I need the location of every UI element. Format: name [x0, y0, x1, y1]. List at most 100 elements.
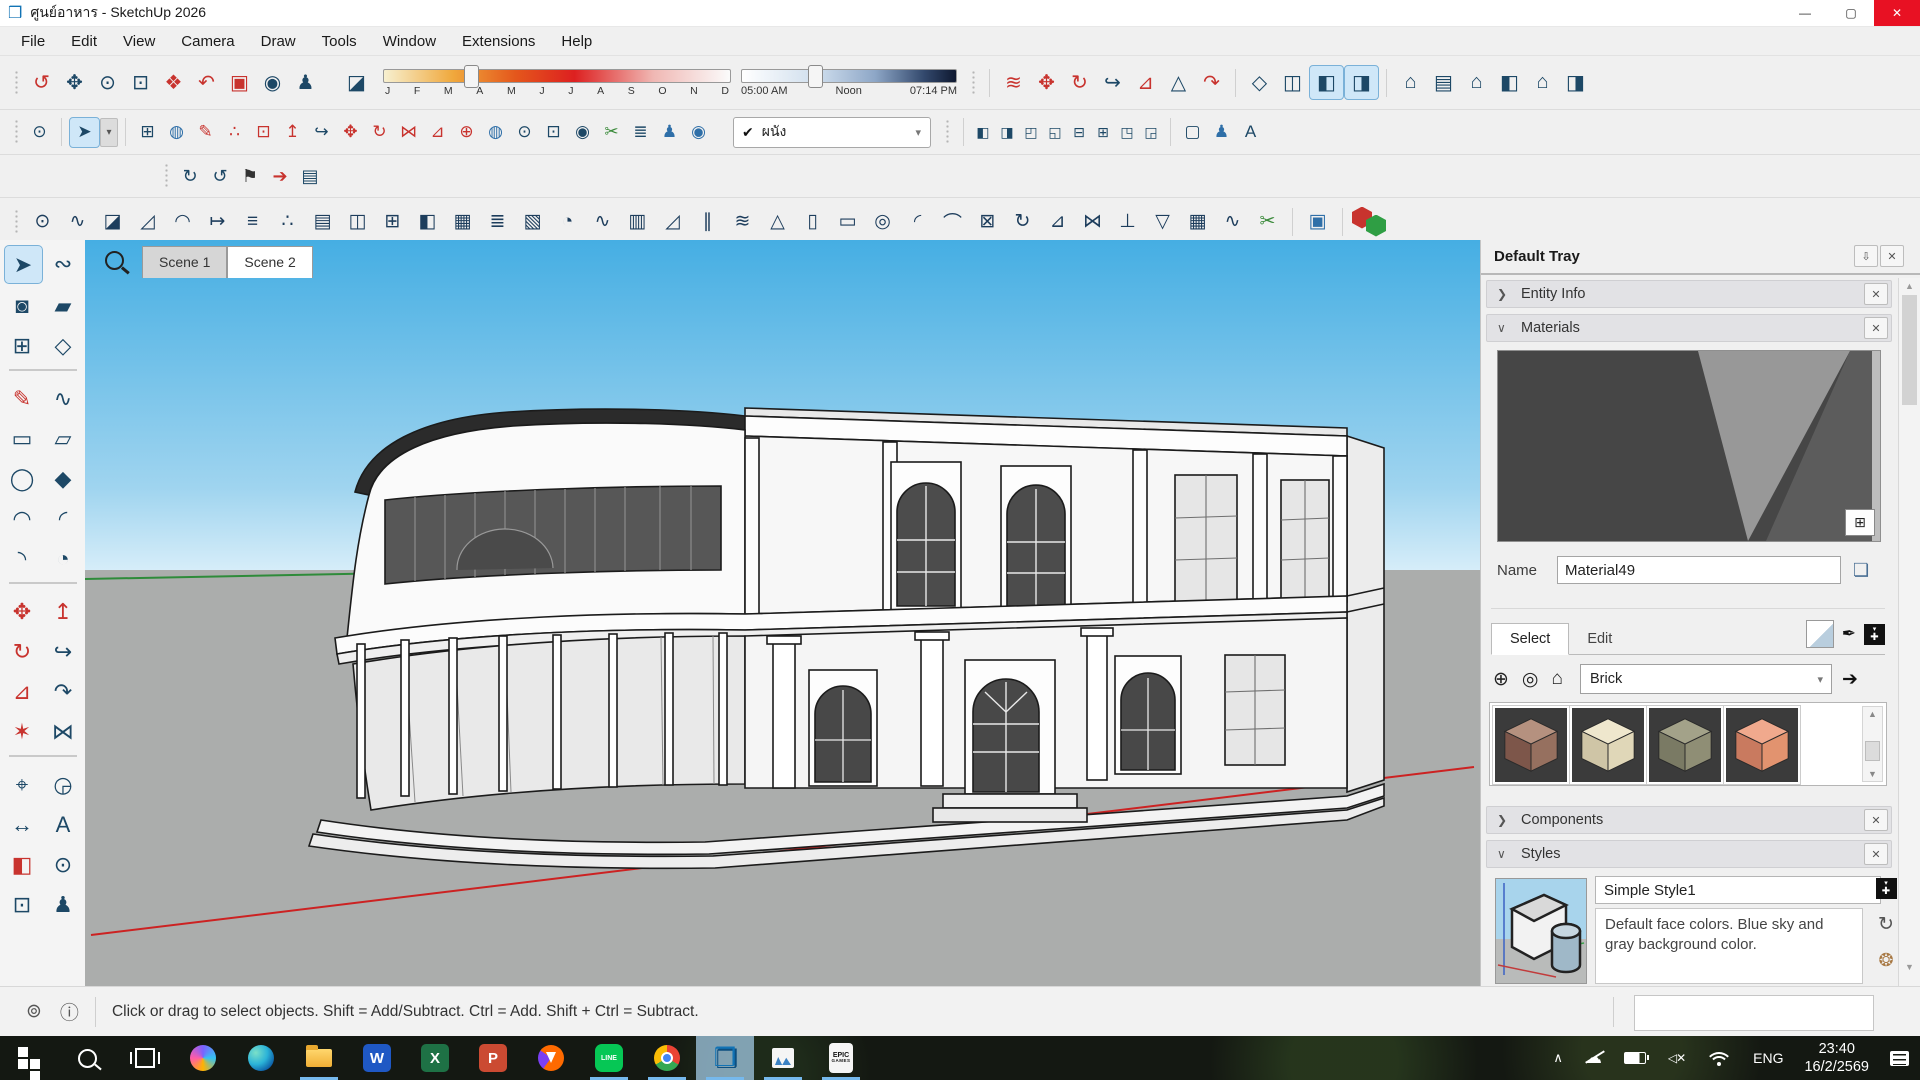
taskbar-clock[interactable]: 23:40 16/2/2569	[1804, 1040, 1869, 1076]
scene-tab-2[interactable]: Scene 2	[227, 246, 312, 278]
task-view-button[interactable]	[116, 1036, 174, 1080]
move-tool-icon[interactable]: ✥	[336, 118, 365, 147]
ext-purlin-icon[interactable]: ≋	[725, 205, 760, 239]
freehand-tool[interactable]: ∿	[45, 380, 82, 417]
close-icon[interactable]: ✕	[1864, 283, 1888, 305]
menu-item[interactable]: Edit	[58, 30, 110, 53]
from-contours-icon[interactable]: ≋	[997, 66, 1030, 99]
materials-section[interactable]: ∨ Materials ✕	[1486, 314, 1892, 342]
menu-item[interactable]: Help	[548, 30, 605, 53]
ext-pipe-icon[interactable]: ◎	[865, 205, 900, 239]
ext-stair-icon[interactable]: ▧	[515, 205, 550, 239]
ext-divide-icon[interactable]: ∴	[270, 205, 305, 239]
two-point-arc-tool[interactable]: ◜	[45, 500, 82, 537]
scroll-up-icon[interactable]: ▲	[1868, 709, 1877, 719]
material-brick-gray[interactable]	[1647, 706, 1723, 784]
copy-window-icon[interactable]: ◧	[971, 120, 995, 144]
material-name-input[interactable]	[1557, 556, 1841, 584]
dock-window-icon[interactable]: ◳	[1115, 120, 1139, 144]
zoom-window-icon[interactable]: ⊡	[124, 66, 157, 99]
paint-bucket-icon[interactable]: ◍	[162, 118, 191, 147]
extension-hexagons-icon[interactable]	[1350, 205, 1385, 239]
zoom-extents-icon[interactable]: ❖	[157, 66, 190, 99]
arc-tool[interactable]: ◠	[4, 500, 41, 537]
display-section-fill-icon[interactable]: ◨	[1344, 65, 1379, 100]
ext-scale-icon[interactable]: ⊿	[1040, 205, 1075, 239]
word-app[interactable]: W	[348, 1036, 406, 1080]
material-brick-salmon[interactable]	[1724, 706, 1800, 784]
ext-molding-icon[interactable]: ⌒	[935, 205, 970, 239]
pan-icon[interactable]: ✥	[58, 66, 91, 99]
scroll-up-icon[interactable]: ▲	[1905, 281, 1914, 291]
create-material-icon[interactable]: ⊕	[1493, 668, 1509, 691]
eraser-tool[interactable]: ▰	[45, 287, 82, 324]
endpoints-icon[interactable]: ∴	[220, 118, 249, 147]
details-arrow-icon[interactable]: ➔	[1842, 668, 1858, 691]
model-revert-icon[interactable]: ↺	[205, 161, 235, 191]
time-slider-handle[interactable]	[808, 65, 823, 88]
close-icon[interactable]: ✕	[1864, 809, 1888, 831]
split-window-icon[interactable]: ⊟	[1067, 120, 1091, 144]
push-pull-icon[interactable]: ↥	[278, 118, 307, 147]
scroll-down-icon[interactable]: ▼	[1905, 962, 1914, 972]
tag-dropdown[interactable]: ✔ ผนัง ▾	[733, 117, 931, 148]
ext-align-icon[interactable]: ≡	[235, 205, 270, 239]
set-paint-icon[interactable]: ▾ ✚	[1864, 624, 1885, 645]
polygon-tool[interactable]: ◆	[45, 460, 82, 497]
modeling-viewport[interactable]: Scene 1Scene 2	[85, 240, 1480, 986]
menu-item[interactable]: Draw	[248, 30, 309, 53]
create-style-icon[interactable]: ❂	[1878, 950, 1893, 971]
lasso-tool[interactable]: ∾	[45, 245, 82, 282]
scene-tab-1[interactable]: Scene 1	[142, 246, 227, 278]
line-tool[interactable]: ✎	[4, 380, 41, 417]
powerpoint-app[interactable]: P	[464, 1036, 522, 1080]
measurements-box[interactable]	[1634, 995, 1874, 1031]
sample-paint-icon[interactable]: ⊕	[452, 118, 481, 147]
copilot-app[interactable]	[174, 1036, 232, 1080]
walk-tool[interactable]: ♟	[45, 886, 82, 923]
tag-tool[interactable]: ◇	[45, 327, 82, 364]
view-back-icon[interactable]: ⌂	[1526, 66, 1559, 99]
task-manager-app[interactable]	[754, 1036, 812, 1080]
three-point-arc-tool[interactable]: ◝	[4, 540, 41, 577]
tray-scrollbar[interactable]: ▲ ▼	[1898, 278, 1920, 986]
view-left-icon[interactable]: ◨	[1559, 66, 1592, 99]
start-button[interactable]	[0, 1036, 58, 1080]
select-tool-icon[interactable]: ➤	[69, 117, 100, 148]
cut-icon[interactable]: ✂	[597, 118, 626, 147]
styles-section[interactable]: ∨ Styles ✕	[1486, 840, 1892, 868]
ext-truss-icon[interactable]: △	[760, 205, 795, 239]
close-button[interactable]: ✕	[1874, 0, 1920, 26]
tile-window-icon[interactable]: ◰	[1019, 120, 1043, 144]
paste-window-icon[interactable]: ◨	[995, 120, 1019, 144]
offset-icon[interactable]: ↷	[1195, 66, 1228, 99]
rectangle-tool-icon[interactable]: ⊡	[249, 118, 278, 147]
ext-drape-icon[interactable]: ▽	[1145, 205, 1180, 239]
zoom-window-tool[interactable]: ⊡	[4, 886, 41, 923]
ext-terrain-icon[interactable]: ∿	[1215, 205, 1250, 239]
edge-app[interactable]	[232, 1036, 290, 1080]
model-sync-icon[interactable]: ↻	[175, 161, 205, 191]
view-front-icon[interactable]: ⌂	[1460, 66, 1493, 99]
section-plane-tool[interactable]: ◧	[4, 846, 41, 883]
tray-close-icon[interactable]: ✕	[1880, 245, 1904, 267]
look-around-secondary-icon[interactable]: ◉	[568, 118, 597, 147]
ext-cleanup-icon[interactable]: ✂	[1250, 205, 1285, 239]
zoom-icon[interactable]: ⊙	[91, 66, 124, 99]
sample-material-icon[interactable]: ◎	[1522, 668, 1539, 691]
cascade-window-icon[interactable]: ◱	[1043, 120, 1067, 144]
orbit-icon[interactable]: ↺	[25, 66, 58, 99]
view-iso-icon[interactable]: ⌂	[1394, 66, 1427, 99]
share-model-icon[interactable]: ♟	[1207, 118, 1236, 147]
image-export-icon[interactable]: ▣	[1300, 205, 1335, 239]
style-name-input[interactable]	[1595, 876, 1881, 904]
in-model-icon[interactable]: ⌂	[1552, 668, 1563, 690]
zoom-tool[interactable]: ⊙	[45, 846, 82, 883]
select-dropdown[interactable]: ▾	[100, 118, 118, 147]
material-category-dropdown[interactable]: Brick ▾	[1580, 664, 1832, 694]
axes-tool[interactable]: ✶	[4, 713, 41, 750]
duplicate-material-icon[interactable]: ❏	[1853, 560, 1869, 581]
onedrive-offline-icon[interactable]: ☁	[1585, 1048, 1602, 1068]
component-tool[interactable]: ⊞	[4, 327, 41, 364]
preview-screen-button[interactable]: ⊞	[1845, 509, 1875, 536]
